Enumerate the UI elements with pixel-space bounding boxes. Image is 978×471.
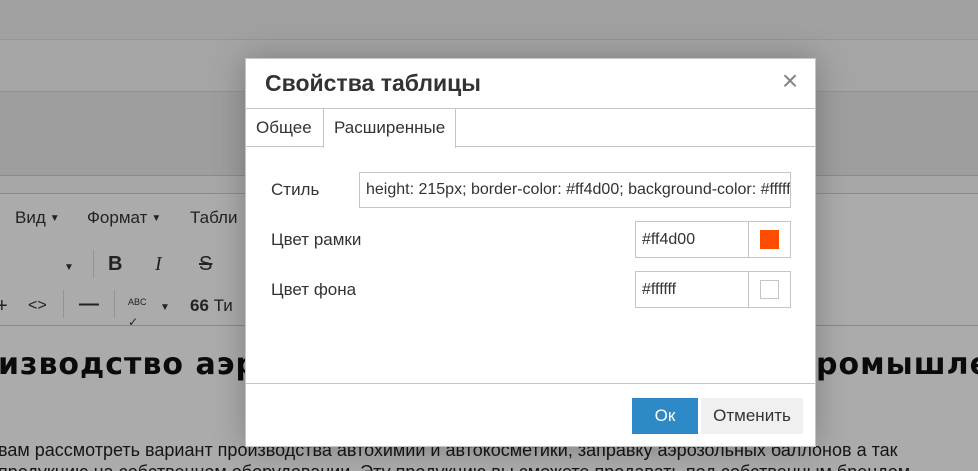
background-color-swatch	[760, 280, 779, 299]
cancel-button[interactable]: Отменить	[701, 398, 803, 434]
close-icon[interactable]: ×	[779, 67, 801, 95]
border-color-label: Цвет рамки	[271, 230, 362, 249]
style-input[interactable]: height: 215px; border-color: #ff4d00; ba…	[359, 172, 791, 208]
background-color-picker-button[interactable]	[749, 272, 790, 307]
background-color-field: #ffffff	[635, 271, 791, 308]
border-color-input[interactable]: #ff4d00	[636, 222, 749, 257]
dialog-header: Свойства таблицы ×	[246, 59, 815, 109]
dialog-title: Свойства таблицы	[265, 70, 481, 96]
ok-button[interactable]: Ок	[632, 398, 698, 434]
border-color-swatch	[760, 230, 779, 249]
style-label: Стиль	[271, 180, 320, 199]
background-color-input[interactable]: #ffffff	[636, 272, 749, 307]
table-properties-dialog: Свойства таблицы × Общее Расширенные Сти…	[245, 58, 816, 447]
border-color-picker-button[interactable]	[749, 222, 790, 257]
dialog-footer: Ок Отменить	[246, 383, 815, 446]
tab-advanced[interactable]: Расширенные	[323, 109, 457, 148]
border-color-field: #ff4d00	[635, 221, 791, 258]
background-color-label: Цвет фона	[271, 280, 357, 299]
dialog-tabs: Общее Расширенные	[246, 109, 815, 148]
tab-general[interactable]: Общее	[246, 109, 322, 147]
